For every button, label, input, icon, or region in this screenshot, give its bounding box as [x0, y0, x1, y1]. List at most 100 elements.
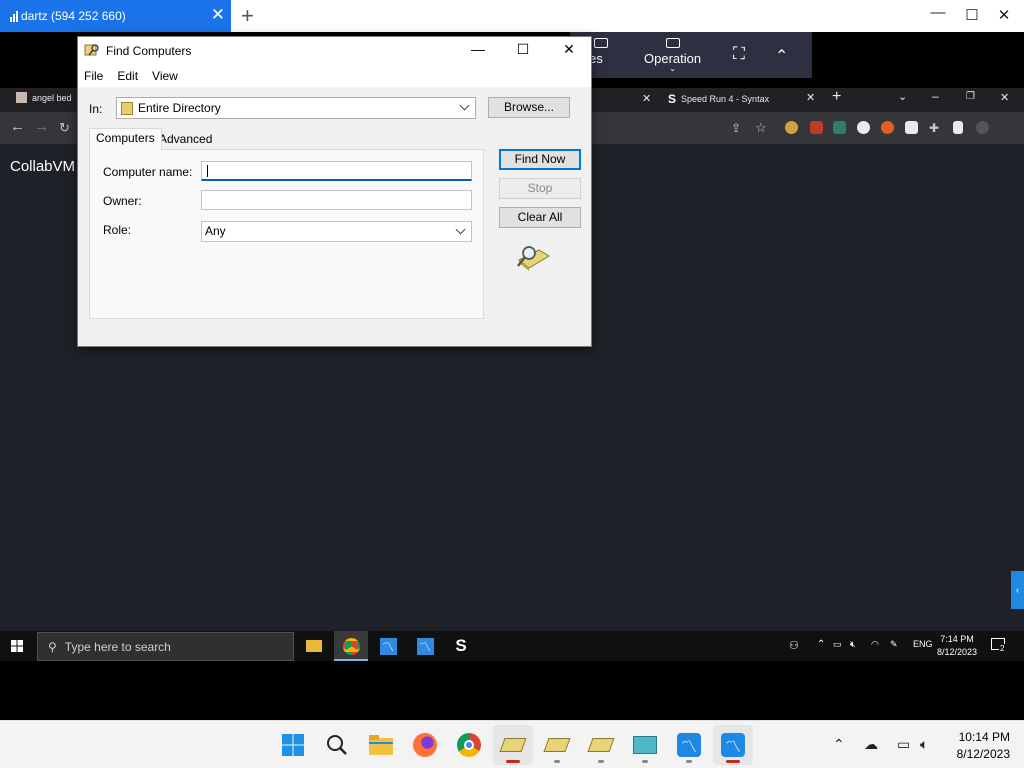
- syntax-app[interactable]: S: [444, 631, 478, 661]
- image-favicon-icon: [16, 92, 27, 103]
- remote-bottom-area: [0, 661, 1024, 720]
- remote-date: 8/12/2023: [937, 647, 978, 657]
- computer-name-label: Computer name:: [103, 165, 193, 179]
- activity-app-1[interactable]: 〽: [371, 631, 405, 661]
- notification-center-icon[interactable]: 2: [991, 638, 1006, 653]
- firefox-button[interactable]: [405, 725, 445, 765]
- search-directory-animation-icon: [515, 242, 551, 275]
- find-computers-button-3[interactable]: [581, 725, 621, 765]
- volume-mute-icon[interactable]: 🔇︎: [850, 639, 856, 650]
- puzzle-extensions-icon[interactable]: ✚: [929, 121, 939, 135]
- profile-avatar-icon[interactable]: [976, 121, 989, 134]
- minimize-button[interactable]: —: [923, 4, 953, 21]
- role-dropdown[interactable]: Any: [201, 221, 472, 242]
- language-indicator[interactable]: ENG: [913, 639, 933, 649]
- close-window-button[interactable]: ✕: [1000, 91, 1009, 104]
- find-now-button[interactable]: Find Now: [499, 149, 581, 170]
- dialog-minimize-button[interactable]: —: [463, 41, 493, 57]
- taskbar-search-box[interactable]: ⚲ Type here to search: [37, 632, 294, 661]
- find-computers-icon: [587, 738, 615, 752]
- cookie-extension-icon[interactable]: [785, 121, 798, 134]
- remote-time: 7:14 PM: [940, 634, 974, 644]
- maximize-button[interactable]: ☐: [957, 6, 987, 24]
- dialog-title: Find Computers: [106, 44, 192, 58]
- chevron-down-icon: [459, 100, 470, 111]
- share-icon[interactable]: ⇪: [731, 121, 741, 135]
- menu-view[interactable]: View: [152, 69, 178, 83]
- folder-icon: [369, 735, 393, 755]
- chrome-button[interactable]: [449, 725, 489, 765]
- remote-session-tab[interactable]: dartz (594 252 660) ✕: [0, 0, 231, 32]
- close-tab-icon[interactable]: ✕: [642, 92, 651, 105]
- scope-dropdown[interactable]: Entire Directory: [116, 97, 476, 119]
- display-icon[interactable]: ▭: [897, 736, 910, 753]
- dialog-close-button[interactable]: ✕: [554, 41, 584, 58]
- collapse-toolbar-icon[interactable]: ⌃: [775, 46, 788, 66]
- fox-extension-icon[interactable]: [881, 121, 894, 134]
- s-extension-icon[interactable]: [833, 121, 846, 134]
- chrome-app[interactable]: [334, 631, 368, 661]
- folder-icon: [306, 640, 322, 652]
- new-tab-button[interactable]: +: [241, 3, 254, 29]
- remote-clock[interactable]: 7:14 PM 8/12/2023: [937, 633, 977, 659]
- menu-file[interactable]: File: [84, 69, 103, 83]
- operation-menu-button[interactable]: Operation ⌄: [644, 38, 701, 73]
- tab-computers[interactable]: Computers: [89, 128, 162, 150]
- side-panel-icon[interactable]: [953, 121, 963, 134]
- start-button[interactable]: [273, 725, 313, 765]
- restore-button[interactable]: ❐: [966, 91, 975, 102]
- forward-icon[interactable]: →: [34, 118, 49, 135]
- show-hidden-icons-icon[interactable]: ⌃: [817, 639, 825, 650]
- anydesk-like-button[interactable]: 〽: [669, 725, 709, 765]
- show-hidden-icons-icon[interactable]: ⌃: [833, 736, 845, 753]
- dialog-maximize-button[interactable]: ☐: [508, 41, 538, 58]
- back-icon[interactable]: ←: [10, 118, 25, 135]
- new-tab-button[interactable]: +: [832, 88, 841, 106]
- windows-logo-icon: [282, 734, 304, 756]
- local-taskbar: 〽 〽 ⌃ ☁ ▭ 🔈︎ 10:14 PM 8/12/2023: [0, 720, 1024, 768]
- ublock-extension-icon[interactable]: [810, 121, 823, 134]
- find-computers-dialog: Find Computers — ☐ ✕ File Edit View In: …: [77, 36, 592, 347]
- tab-advanced[interactable]: Advanced: [153, 130, 218, 150]
- network-icon[interactable]: ◠: [871, 639, 879, 650]
- file-explorer-app[interactable]: [297, 631, 331, 661]
- on-screen-keyboard-button[interactable]: [625, 725, 665, 765]
- close-tab-icon[interactable]: ✕: [806, 91, 815, 104]
- battery-icon[interactable]: ▭: [833, 639, 842, 650]
- file-explorer-button[interactable]: [361, 725, 401, 765]
- fullscreen-icon[interactable]: ⛶: [733, 44, 745, 64]
- dialog-titlebar[interactable]: Find Computers — ☐ ✕: [78, 37, 591, 65]
- list-extension-icon[interactable]: [905, 121, 918, 134]
- remote-taskbar: ⚲ Type here to search 〽 〽 S ⚇ ⌃ ▭ 🔇︎ ◠ ✎…: [0, 631, 1024, 661]
- browser-tab-speed-run[interactable]: S Speed Run 4 - Syntax: [668, 92, 769, 106]
- browse-button[interactable]: Browse...: [488, 97, 570, 118]
- owner-field[interactable]: [201, 190, 472, 210]
- stop-button[interactable]: Stop: [499, 178, 581, 199]
- close-tab-icon[interactable]: ✕: [211, 6, 225, 24]
- minimize-button[interactable]: –: [932, 89, 939, 103]
- reload-icon[interactable]: ↻: [59, 120, 70, 136]
- chevron-down-icon: ⌄: [669, 64, 676, 73]
- computer-name-field[interactable]: [201, 161, 472, 181]
- remote-desktop-button[interactable]: 〽: [713, 725, 753, 765]
- search-button[interactable]: [317, 725, 357, 765]
- side-panel-handle[interactable]: ‹: [1011, 571, 1024, 609]
- pen-icon[interactable]: ✎: [890, 639, 898, 650]
- cloud-offline-icon[interactable]: ☁: [864, 736, 878, 753]
- find-computers-button[interactable]: [493, 725, 533, 765]
- bookmark-star-icon[interactable]: ☆: [755, 120, 767, 136]
- volume-icon[interactable]: 🔈︎: [920, 736, 928, 753]
- menu-edit[interactable]: Edit: [117, 69, 138, 83]
- keyboard-icon: [633, 736, 657, 754]
- close-window-button[interactable]: ✕: [989, 6, 1019, 24]
- tab-search-icon[interactable]: ⌄: [898, 90, 907, 103]
- clock-extension-icon[interactable]: [857, 121, 870, 134]
- find-computers-button-2[interactable]: [537, 725, 577, 765]
- clear-all-button[interactable]: Clear All: [499, 207, 581, 228]
- people-icon[interactable]: ⚇: [789, 639, 799, 652]
- activity-app-2[interactable]: 〽: [408, 631, 442, 661]
- text-caret: [207, 165, 208, 177]
- local-clock[interactable]: 10:14 PM 8/12/2023: [957, 729, 1010, 763]
- browser-tab-angel-bed[interactable]: angel bed: [16, 92, 72, 103]
- windows-start-icon[interactable]: [11, 640, 23, 655]
